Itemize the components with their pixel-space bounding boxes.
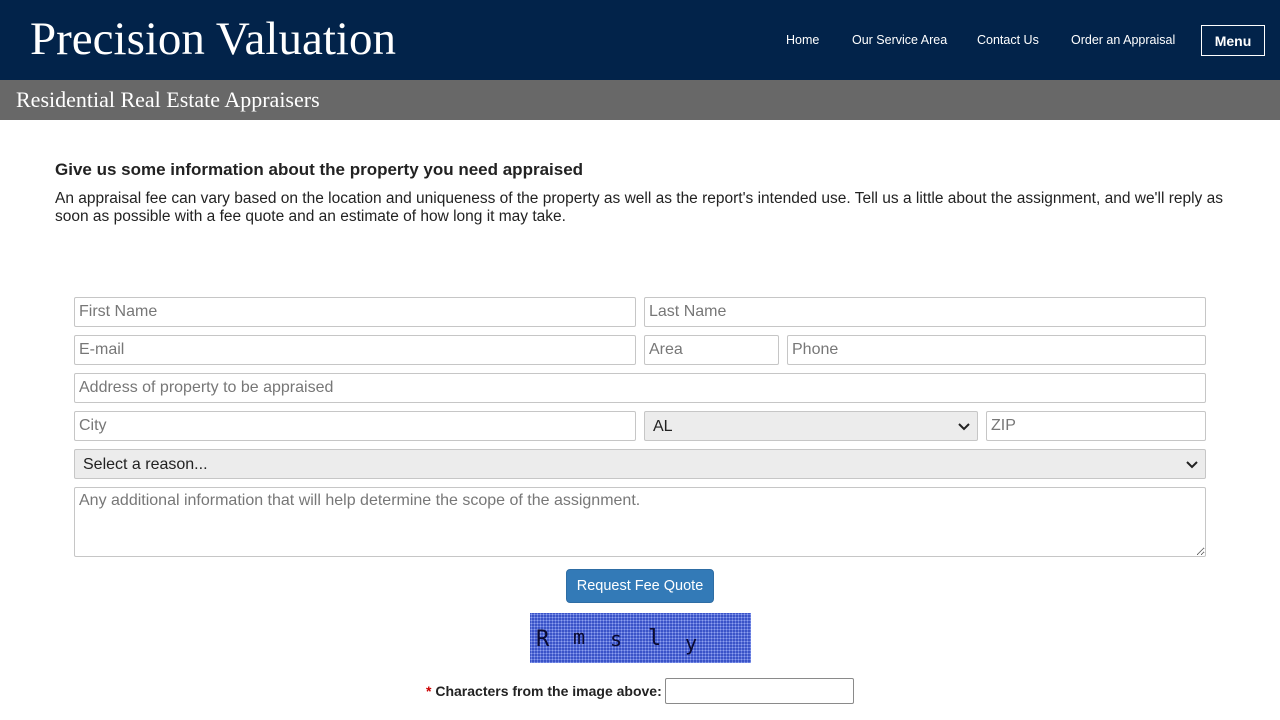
nav-home[interactable]: Home bbox=[786, 32, 819, 48]
captcha-input[interactable] bbox=[665, 678, 854, 704]
captcha-label: * Characters from the image above: bbox=[426, 683, 662, 699]
last-name-input[interactable] bbox=[644, 297, 1206, 327]
nav-service-area[interactable]: Our Service Area bbox=[852, 32, 947, 48]
chevron-down-icon bbox=[1186, 461, 1198, 469]
state-select-value: AL bbox=[653, 418, 673, 435]
first-name-input[interactable] bbox=[74, 297, 636, 327]
additional-info-textarea[interactable] bbox=[74, 487, 1206, 557]
captcha-image: R m s l y bbox=[530, 613, 751, 663]
captcha-label-text: Characters from the image above: bbox=[435, 683, 662, 699]
email-input[interactable] bbox=[74, 335, 636, 365]
page-heading: Give us some information about the prope… bbox=[55, 160, 584, 179]
menu-button[interactable]: Menu bbox=[1201, 25, 1265, 56]
captcha-char: R bbox=[536, 627, 550, 652]
intro-paragraph: An appraisal fee can vary based on the l… bbox=[55, 190, 1223, 225]
nav-contact-us[interactable]: Contact Us bbox=[977, 32, 1039, 48]
reason-select[interactable]: Select a reason... bbox=[74, 449, 1206, 479]
city-input[interactable] bbox=[74, 411, 636, 441]
zip-input[interactable] bbox=[986, 411, 1206, 441]
site-header: Precision Valuation Home Our Service Are… bbox=[0, 0, 1280, 80]
state-select[interactable]: AL bbox=[644, 411, 978, 441]
reason-select-value: Select a reason... bbox=[83, 456, 208, 473]
address-input[interactable] bbox=[74, 373, 1206, 403]
site-logo-text[interactable]: Precision Valuation bbox=[30, 11, 396, 67]
request-fee-quote-button[interactable]: Request Fee Quote bbox=[566, 569, 714, 603]
captcha-char: y bbox=[685, 631, 698, 655]
captcha-char: m bbox=[573, 625, 586, 649]
tagline-bar: Residential Real Estate Appraisers bbox=[0, 80, 1280, 120]
required-asterisk: * bbox=[426, 683, 432, 699]
captcha-char: s bbox=[610, 627, 623, 651]
nav-order-appraisal[interactable]: Order an Appraisal bbox=[1071, 32, 1175, 48]
captcha-char: l bbox=[648, 626, 662, 651]
phone-input[interactable] bbox=[787, 335, 1206, 365]
area-code-input[interactable] bbox=[644, 335, 779, 365]
chevron-down-icon bbox=[958, 423, 970, 431]
tagline: Residential Real Estate Appraisers bbox=[16, 87, 320, 112]
